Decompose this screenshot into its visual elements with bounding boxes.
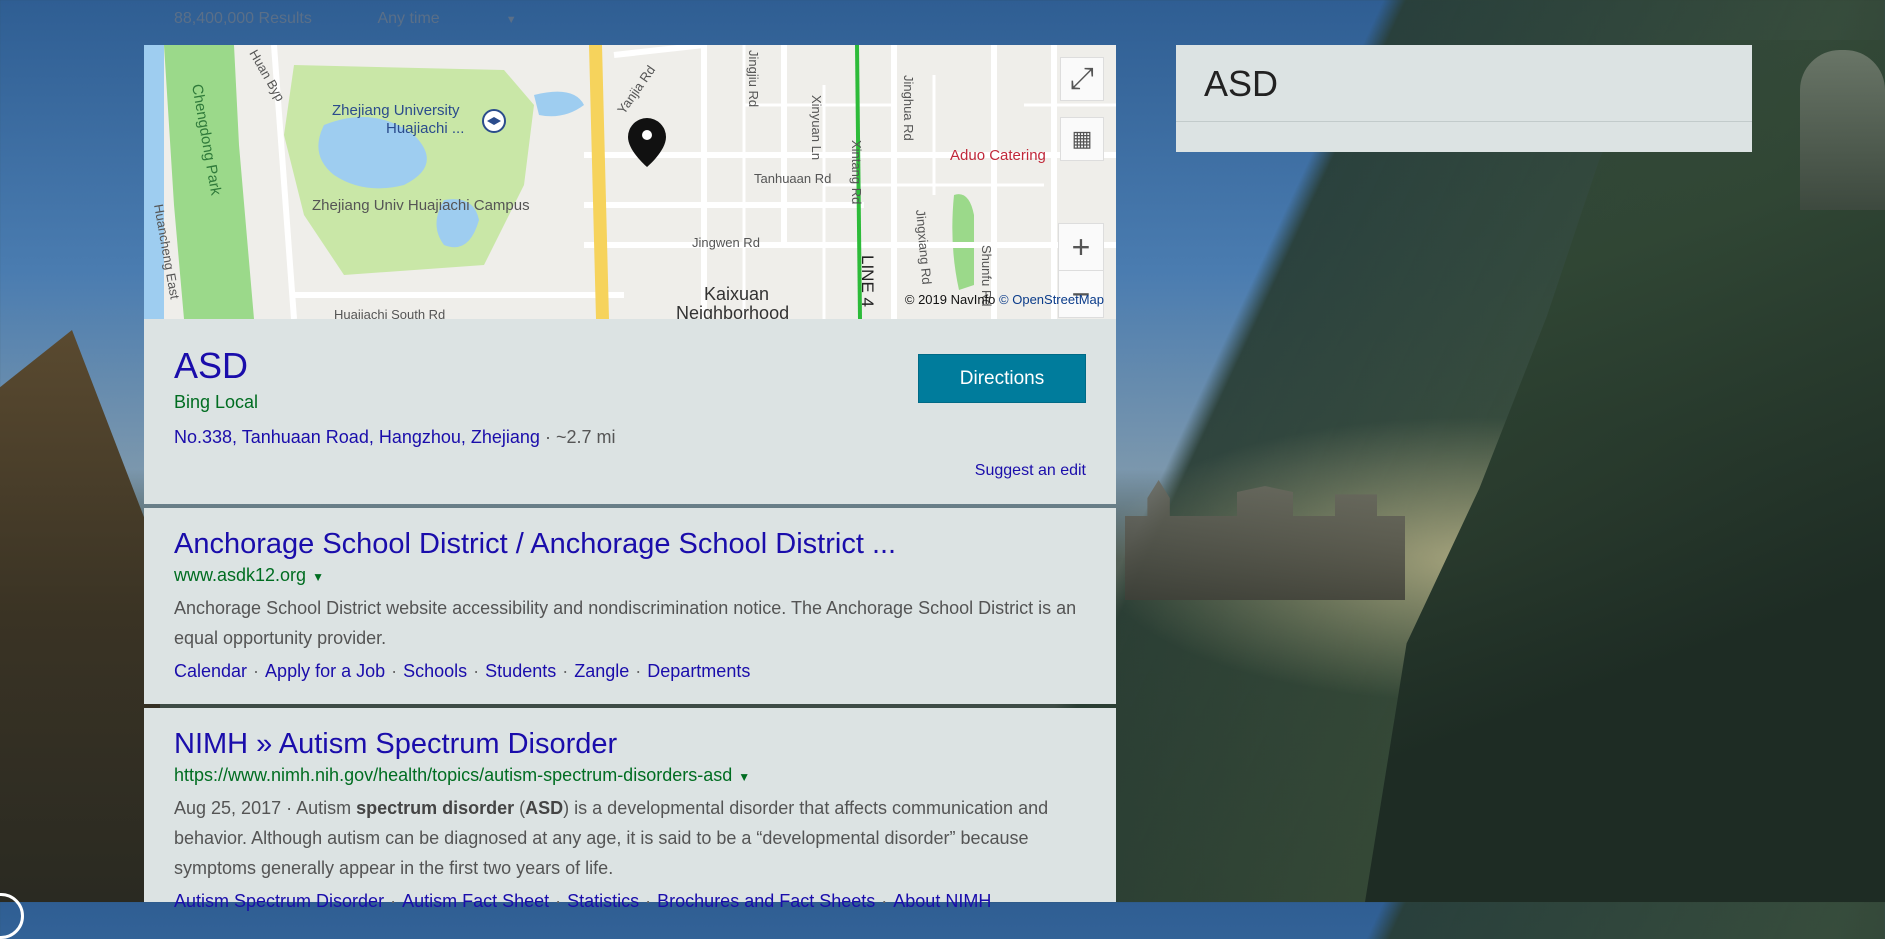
result-title[interactable]: NIMH » Autism Spectrum Disorder (174, 728, 617, 761)
local-result-card: ASD Bing Local No.338, Tanhuaan Road, Ha… (144, 319, 1116, 504)
sidebar-title: ASD (1204, 63, 1279, 104)
result-title[interactable]: Anchorage School District / Anchorage Sc… (174, 528, 896, 561)
result-deep-links: Calendar · Apply for a Job · Schools · Student… (174, 661, 751, 681)
distance: · ~2.7 mi (539, 427, 616, 447)
map[interactable]: Chengdong Park Zhejiang University Huaji… (144, 45, 1116, 319)
result-snippet: Aug 25, 2017 · Autism spectrum disorder … (174, 798, 1049, 878)
map-label-jingxiang: Jingxiang Rd (913, 209, 934, 285)
deep-link[interactable]: Statistics (567, 891, 639, 911)
deep-link[interactable]: Schools (403, 661, 467, 681)
map-label-line4: LINE 4 (858, 255, 877, 307)
map-label-jingwen: Jingwen Rd (692, 235, 760, 250)
time-filter-dropdown[interactable]: Any time ▼ (377, 10, 578, 27)
map-label-university: Zhejiang University (332, 102, 460, 119)
map-label-university-2: Huajiachi ... (386, 120, 464, 137)
map-canvas[interactable]: Chengdong Park Zhejiang University Huaji… (144, 45, 1116, 319)
map-label-xintang: Xintang Rd (849, 140, 864, 204)
map-label-kaixuan: Kaixuan (704, 284, 769, 304)
entity-sidebar-card: ASD (1176, 45, 1752, 152)
zoom-in-icon[interactable]: + (1059, 224, 1103, 270)
search-result: Anchorage School District / Anchorage Sc… (144, 508, 1116, 704)
map-label-tanhuaan: Tanhuaan Rd (754, 171, 831, 186)
local-title[interactable]: ASD (174, 345, 248, 387)
map-label-neighborhood: Neighborhood (676, 303, 789, 319)
university-icon[interactable] (482, 109, 506, 133)
map-label-jinghua: Jinghua Rd (901, 75, 916, 141)
map-attribution: © 2019 NavInfo © OpenStreetMap (904, 292, 1104, 307)
map-label-yanjia: Yanjia Rd (614, 63, 658, 117)
caret-down-icon[interactable]: ▼ (312, 570, 324, 584)
deep-link[interactable]: Calendar (174, 661, 247, 681)
chevron-down-icon: ▼ (505, 14, 517, 26)
location-pin-icon[interactable] (628, 118, 666, 167)
openstreetmap-link[interactable]: © OpenStreetMap (999, 292, 1104, 307)
expand-icon[interactable]: ⤢ (1060, 57, 1104, 101)
deep-link[interactable]: Students (485, 661, 556, 681)
address-link[interactable]: No.338, Tanhuaan Road, Hangzhou, Zhejian… (174, 427, 540, 447)
traffic-icon[interactable]: ▦ (1060, 117, 1104, 161)
result-url[interactable]: https://www.nimh.nih.gov/health/topics/a… (174, 765, 750, 786)
results-count: 88,400,000 Results (174, 10, 312, 27)
deep-link[interactable]: Autism Spectrum Disorder (174, 891, 384, 911)
result-snippet: Anchorage School District website access… (174, 598, 1077, 648)
divider (1176, 121, 1752, 122)
deep-link[interactable]: About NIMH (893, 891, 991, 911)
local-address: No.338, Tanhuaan Road, Hangzhou, Zhejian… (174, 427, 615, 448)
map-label-byp: Huan Byp (246, 47, 288, 104)
map-label-xinyuan: Xinyuan Ln (809, 95, 824, 160)
local-source: Bing Local (174, 392, 259, 412)
deep-link[interactable]: Apply for a Job (265, 661, 385, 681)
map-label-campus: Zhejiang Univ Huajiachi Campus (312, 197, 530, 214)
map-label-south: Huajiachi South Rd (334, 307, 445, 319)
deep-link[interactable]: Autism Fact Sheet (402, 891, 549, 911)
background-tower (1800, 50, 1885, 210)
map-label-aduo: Aduo Catering (950, 147, 1046, 164)
deep-link[interactable]: Departments (647, 661, 750, 681)
deep-link[interactable]: Brochures and Fact Sheets (657, 891, 875, 911)
caret-down-icon[interactable]: ▼ (738, 770, 750, 784)
search-result: NIMH » Autism Spectrum Disorder https://… (144, 708, 1116, 911)
suggest-edit-link[interactable]: Suggest an edit (975, 462, 1086, 480)
map-label-jingjiu: Jingjiu Rd (746, 50, 761, 107)
background-cliff (0, 330, 160, 902)
results-toolbar: 88,400,000 Results Any time ▼ (174, 10, 641, 28)
background-castle (1125, 480, 1405, 600)
deep-link[interactable]: Zangle (574, 661, 629, 681)
directions-button[interactable]: Directions (918, 354, 1086, 403)
result-url[interactable]: www.asdk12.org ▼ (174, 565, 324, 586)
